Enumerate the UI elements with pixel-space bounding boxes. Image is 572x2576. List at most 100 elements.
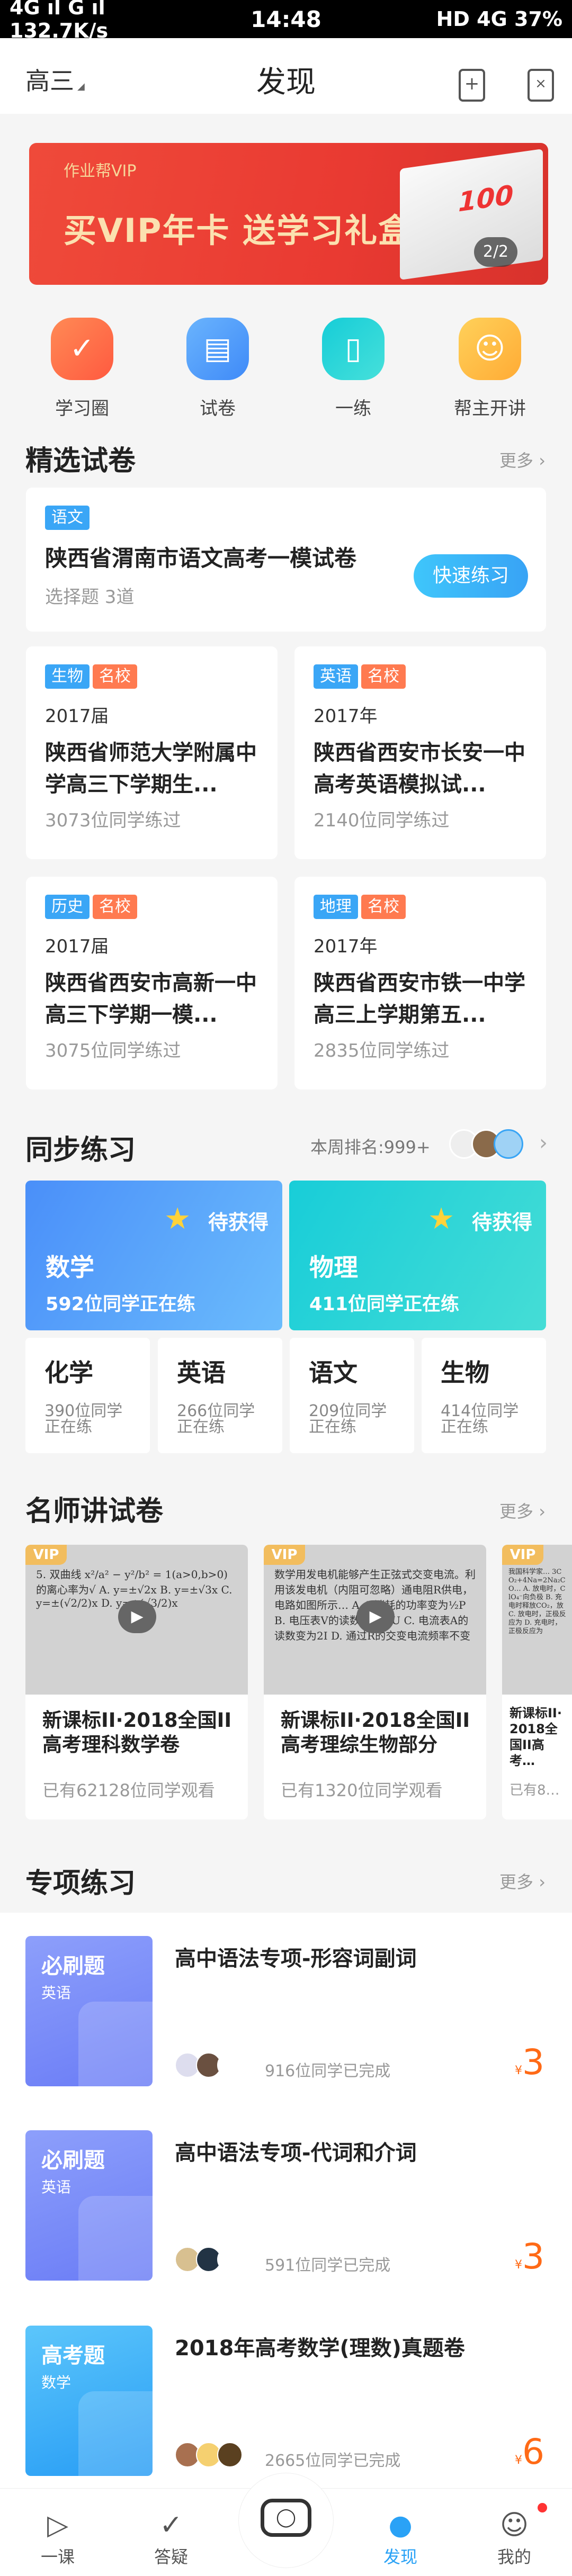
mascot-icon: ☺ [459,318,521,380]
quick-label: 学习圈 [55,398,109,419]
more-label: 更多 [499,1501,534,1521]
tab-discover[interactable]: ● 发现 [358,2508,443,2568]
quick-label: 帮主开讲 [454,398,526,419]
paper-card[interactable]: 英语 名校 2017年 陕西省西安市长安一中高考英语模拟试... 2140位同学练… [294,646,546,859]
paper-year: 2017年 [314,706,378,727]
special-kind: 高考题 [41,2344,105,2368]
tab-label: 答疑 [154,2547,188,2567]
subject-name: 数学 [46,1253,94,1282]
video-card[interactable]: 数学用发电机能够产生正弦式交变电流。利用该发电机（内阻可忽略）通电阻R供电，电路… [264,1545,486,1820]
sync-card-biology[interactable]: 生物 414位同学正在练 [422,1338,546,1453]
bookmark-add-icon[interactable]: + [459,69,485,102]
smiley-icon: ☺ [499,2509,529,2541]
more-link[interactable]: 更多 › [499,1498,546,1523]
section-title: 精选试卷 [25,445,136,477]
completed-count: 916位同学已完成 [265,2062,391,2080]
promo-banner[interactable]: 作业帮VIP 买VIP年卡 送学习礼盒 100 2/2 [29,143,548,285]
tab-profile[interactable]: ☺ 我的 [472,2508,557,2568]
header: 高三 ◢ 发现 + × [0,38,572,114]
chevron-right-icon[interactable]: › [539,1131,548,1155]
special-item[interactable]: 必刷题 英语 高中语法专项-代词和介词 591位同学已完成 ¥3 [25,2130,555,2281]
quick-practice-button[interactable]: 快速练习 [414,554,528,598]
practice-count: 592位同学正在练 [46,1294,196,1315]
currency: ¥ [515,2454,522,2467]
sync-card-physics[interactable]: ★ 待获得 物理 411位同学正在练 [289,1181,546,1330]
paper-title: 陕西省师范大学附属中学高三下学期生... [45,741,257,797]
special-kind: 必刷题 [41,2148,105,2173]
quick-papers[interactable]: ▤ 试卷 [165,318,271,420]
video-card[interactable]: 5. 双曲线 x²/a² − y²/b² = 1(a>0,b>0)的离心率为√ … [25,1545,248,1820]
sync-card-chinese[interactable]: 语文 209位同学正在练 [290,1338,414,1453]
section-title: 名师讲试卷 [25,1496,164,1527]
star-icon: ★ [428,1202,455,1236]
sync-card-english[interactable]: 英语 266位同学正在练 [158,1338,282,1453]
special-thumbnail: 必刷题 英语 [25,1936,153,2086]
question-preview: 我国科学家… 3CO₂+4Na=2Na₂CO… A. 放电时，ClO₄⁻向负极 … [508,1568,566,1635]
banner-slogan: 买VIP年卡 送学习礼盒 [64,211,413,250]
completed-count: 591位同学已完成 [265,2256,391,2275]
more-label: 更多 [499,451,534,471]
star-icon: ★ [164,1202,191,1236]
tab-qa[interactable]: ✓ 答疑 [129,2508,213,2568]
avatar [494,1129,523,1159]
subject-tag: 生物 [45,664,90,689]
video-thumbnail: 数学用发电机能够产生正弦式交变电流。利用该发电机（内阻可忽略）通电阻R供电，电路… [264,1545,486,1695]
vip-badge: VIP [25,1545,67,1565]
special-subject: 英语 [41,2178,72,2196]
paper-title: 陕西省西安市长安一中高考英语模拟试... [314,741,525,797]
sync-card-chemistry[interactable]: 化学 390位同学正在练 [25,1338,150,1453]
currency: ¥ [515,2064,522,2077]
practice-count: 3073位同学练过 [45,810,181,831]
camera-icon: ◯ [261,2499,311,2537]
subject-name: 化学 [44,1358,93,1387]
video-card[interactable]: 我国科学家… 3CO₂+4Na=2Na₂CO… A. 放电时，ClO₄⁻向负极 … [502,1545,572,1820]
paper-card[interactable]: 生物 名校 2017届 陕西省师范大学附属中学高三下学期生... 3073位同学练… [26,646,278,859]
practice-count: 411位同学正在练 [309,1294,460,1315]
paper-card[interactable]: 历史 名校 2017届 陕西省西安市高新一中高三下学期一模... 3075位同学练… [26,877,278,1089]
camera-button[interactable]: ◯ [238,2473,334,2568]
subject-tag: 地理 [314,895,358,919]
quick-label: 一练 [335,398,371,419]
special-item[interactable]: 必刷题 英语 高中语法专项-形容词副词 916位同学已完成 ¥3 [25,1936,555,2086]
paper-title: 陕西省西安市铁一中学高三上学期第五... [314,971,525,1027]
scan-icon[interactable]: × [528,69,554,102]
section-title: 专项练习 [25,1868,136,1899]
weekly-rank[interactable]: 本周排名:999+ [310,1134,431,1158]
subject-name: 语文 [309,1358,358,1387]
sync-card-math[interactable]: ★ 待获得 数学 592位同学正在练 [25,1181,282,1330]
practice-count: 390位同学正在练 [44,1402,123,1436]
signal-network: 4G ıl G ıl 132.7K/s [10,0,109,42]
tab-label: 发现 [383,2547,417,2567]
more-link[interactable]: 更多 › [499,1869,546,1893]
clock: 14:48 [251,6,321,32]
paper-card[interactable]: 地理 名校 2017年 陕西省西安市铁一中学高三上学期第五... 2835位同学练… [294,877,546,1089]
quick-study-circle[interactable]: ✓ 学习圈 [29,318,135,420]
famous-school-badge: 名校 [93,895,137,919]
avatar [217,2247,243,2272]
more-link[interactable]: 更多 › [499,447,546,472]
tab-label: 一课 [40,2547,75,2567]
video-thumbnail: 我国科学家… 3CO₂+4Na=2Na₂CO… A. 放电时，ClO₄⁻向负极 … [502,1545,572,1695]
price-value: 6 [522,2431,544,2472]
quick-practice[interactable]: ▯ 一练 [300,318,406,420]
completed-avatars [175,2247,243,2272]
special-subject: 英语 [41,1984,72,2002]
reward-status: 待获得 [472,1211,533,1234]
price: ¥6 [515,2431,544,2472]
featured-paper[interactable]: 语文 陕西省渭南市语文高考一模试卷 选择题 3道 快速练习 [26,488,546,632]
play-icon[interactable]: ▶ [356,1600,395,1633]
checklist-icon [78,2196,153,2281]
status-bar: 4G ıl G ıl 132.7K/s 14:48 HD 4G 37% [0,0,572,42]
special-item[interactable]: 高考题 数学 2018年高考数学(理数)真题卷 2665位同学已完成 ¥6 [25,2326,555,2476]
video-camera-icon: ▷ [47,2509,68,2541]
chevron-right-icon: › [539,1501,546,1521]
practice-count: 2140位同学练过 [314,810,450,831]
avatar [217,2052,243,2078]
price-value: 3 [522,2236,544,2277]
tab-lesson[interactable]: ▷ 一课 [15,2508,100,2568]
paper-year: 2017届 [45,936,109,957]
quick-label: 试卷 [200,398,236,419]
quick-lectures[interactable]: ☺ 帮主开讲 [437,318,543,420]
more-label: 更多 [499,1872,534,1892]
play-icon[interactable]: ▶ [118,1600,156,1633]
